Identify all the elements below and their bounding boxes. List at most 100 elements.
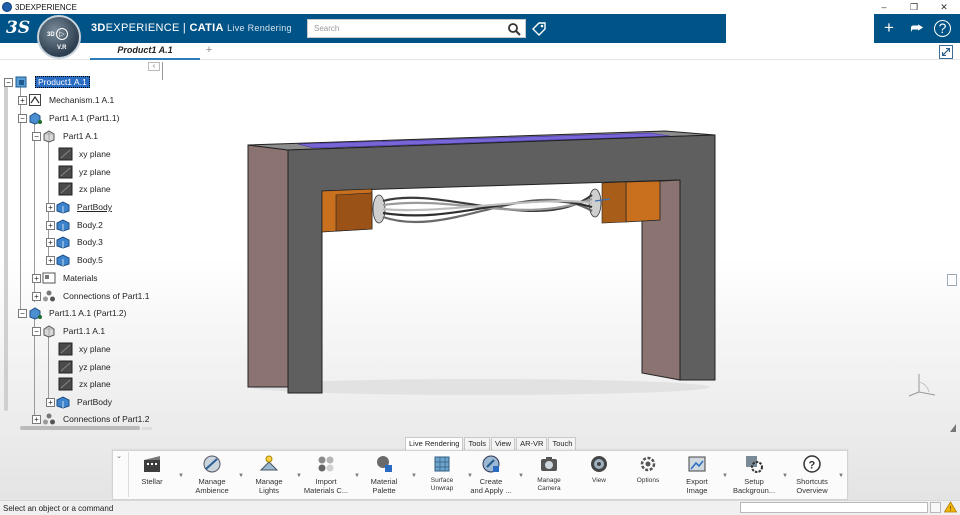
command-label: Manage Camera — [537, 477, 561, 492]
command-ambience[interactable]: Manage Ambience — [188, 454, 236, 498]
tree-item[interactable]: yz plane — [58, 164, 111, 180]
collapse-toggle-icon[interactable]: − — [32, 131, 41, 141]
tree-item[interactable]: xy plane — [58, 146, 111, 162]
command-lights[interactable]: Manage Lights — [245, 454, 293, 498]
compass-widget[interactable]: 3D ▷ V.R — [37, 15, 81, 59]
tab-product[interactable]: Product1 A.1 — [90, 43, 200, 60]
window-title: 3DEXPERIENCE — [15, 2, 77, 12]
action-bar-tabs: Live Rendering Tools View AR-VR Touch — [405, 437, 577, 450]
tree-item[interactable]: − Part1.1 A.1 (Part1.2) — [18, 305, 126, 321]
command-import-materials[interactable]: Import Materials C... — [302, 454, 350, 498]
command-export-image[interactable]: Export Image — [673, 454, 721, 498]
tree-vertical-scrollbar[interactable] — [4, 86, 8, 411]
compass-3d-label: 3D — [47, 32, 55, 38]
restore-button[interactable]: ❐ — [900, 0, 928, 14]
search-box[interactable]: Search — [307, 19, 526, 38]
tree-item[interactable]: + Connections of Part1.2 — [32, 411, 149, 427]
command-shortcuts[interactable]: ? Shortcuts Overview — [788, 454, 836, 498]
minimize-button[interactable]: – — [870, 0, 898, 14]
tree-splitter[interactable] — [162, 62, 163, 80]
3d-model-frame[interactable] — [240, 125, 720, 400]
command-label: Setup Backgroun... — [732, 477, 776, 495]
command-label: View — [592, 477, 606, 484]
collapse-toggle-icon[interactable]: − — [4, 77, 13, 87]
brand-module: Live Rendering — [227, 23, 292, 33]
tree-item[interactable]: − Product1 A.1 — [4, 74, 90, 90]
side-panel-icon[interactable] — [947, 274, 957, 286]
expand-toggle-icon[interactable]: + — [46, 237, 55, 247]
tree-item[interactable]: − Part1 A.1 — [32, 128, 98, 144]
ambience-icon — [202, 454, 222, 474]
command-stellar[interactable]: Stellar — [128, 454, 176, 498]
tree-connector — [48, 336, 49, 402]
command-dropdown-icon[interactable]: ▼ — [722, 473, 728, 479]
tree-item-label: Part1 A.1 — [63, 131, 98, 141]
add-button[interactable]: + — [878, 18, 900, 40]
expand-toggle-icon[interactable]: + — [18, 95, 27, 105]
add-tab-button[interactable]: + — [202, 43, 216, 60]
command-create-apply[interactable]: Create and Apply ... — [467, 454, 515, 498]
tree-item[interactable]: + Body.3 — [46, 234, 103, 250]
command-dropdown-icon[interactable]: ▼ — [518, 473, 524, 479]
action-tab-live-rendering[interactable]: Live Rendering — [405, 437, 464, 450]
fullscreen-icon[interactable] — [939, 45, 953, 59]
collapse-toggle-icon[interactable]: − — [18, 113, 27, 123]
command-surface-unwrap[interactable]: Surface Unwrap — [418, 454, 466, 498]
command-setup-background[interactable]: Setup Backgroun... — [730, 454, 778, 498]
tree-item[interactable]: + Body.5 — [46, 252, 103, 268]
tree-collapse-button[interactable]: ‹ — [148, 62, 160, 71]
tree-item[interactable]: + Mechanism.1 A.1 — [18, 92, 114, 108]
command-dropdown-icon[interactable]: ▼ — [411, 473, 417, 479]
tree-item[interactable]: + Materials — [32, 270, 97, 286]
tag-icon[interactable] — [531, 21, 547, 37]
tree-item[interactable]: yz plane — [58, 359, 111, 375]
part-icon — [42, 129, 57, 143]
tree-item[interactable]: + Body.2 — [46, 217, 103, 233]
tree-item[interactable]: zx plane — [58, 376, 111, 392]
action-tab-ar-vr[interactable]: AR-VR — [516, 437, 548, 450]
action-tab-touch[interactable]: Touch — [548, 437, 577, 450]
command-input[interactable] — [740, 502, 928, 513]
expand-toggle-icon[interactable]: + — [46, 255, 55, 265]
search-icon[interactable] — [507, 22, 521, 36]
material-palette-icon — [374, 454, 394, 474]
tree-item[interactable]: + PartBody — [46, 394, 112, 410]
share-icon[interactable]: ⮫ — [906, 18, 928, 40]
expand-toggle-icon[interactable]: + — [46, 397, 55, 407]
expand-toggle-icon[interactable]: + — [46, 220, 55, 230]
expand-toggle-icon[interactable]: + — [32, 273, 41, 283]
command-input-button[interactable] — [930, 502, 941, 513]
tree-item[interactable]: xy plane — [58, 341, 111, 357]
command-dropdown-icon[interactable]: ▼ — [838, 473, 844, 479]
tree-item[interactable]: − Part1 A.1 (Part1.1) — [18, 110, 119, 126]
compass-play-icon[interactable]: ▷ — [56, 28, 68, 40]
product-icon — [14, 75, 29, 89]
collapse-toggle-icon[interactable]: − — [32, 326, 41, 336]
command-dropdown-icon[interactable]: ▼ — [238, 473, 244, 479]
tree-scroll-track — [142, 427, 152, 430]
tree-item-label: PartBody — [77, 397, 112, 407]
collapse-toggle-icon[interactable]: − — [18, 308, 27, 318]
tree-item[interactable]: + PartBody — [46, 199, 112, 215]
close-button[interactable]: ✕ — [930, 0, 958, 14]
warning-icon[interactable]: ! — [944, 501, 957, 513]
axis-triad-icon[interactable] — [905, 370, 939, 398]
command-options[interactable]: Options — [624, 454, 672, 498]
expand-toggle-icon[interactable]: + — [32, 291, 41, 301]
expand-toggle-icon[interactable]: + — [32, 414, 41, 424]
help-icon[interactable]: ? — [934, 20, 951, 37]
setup-background-icon — [744, 454, 764, 474]
action-bar-expander[interactable]: ⌄ — [114, 452, 124, 462]
tree-item-label: Body.3 — [77, 237, 103, 247]
tree-item[interactable]: + Connections of Part1.1 — [32, 288, 149, 304]
command-dropdown-icon[interactable]: ▼ — [178, 473, 184, 479]
action-tab-view[interactable]: View — [490, 437, 516, 450]
command-material-palette[interactable]: Material Palette — [360, 454, 408, 498]
command-view[interactable]: View — [575, 454, 623, 498]
command-camera[interactable]: Manage Camera — [525, 454, 573, 498]
tree-item[interactable]: zx plane — [58, 181, 111, 197]
cursor-arrow-icon — [950, 424, 956, 432]
tree-item[interactable]: − Part1.1 A.1 — [32, 323, 105, 339]
action-tab-tools[interactable]: Tools — [464, 437, 490, 450]
expand-toggle-icon[interactable]: + — [46, 202, 55, 212]
